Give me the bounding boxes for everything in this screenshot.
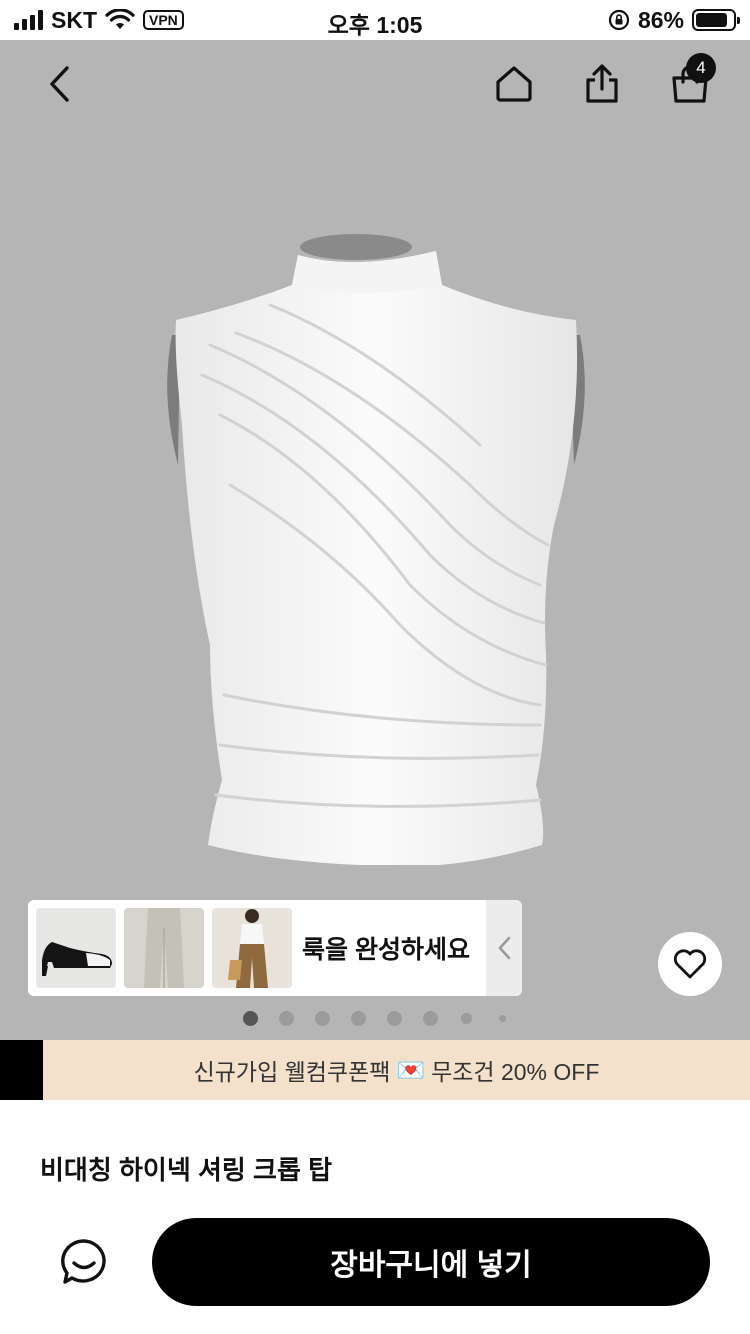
back-icon	[50, 66, 69, 102]
envelope-heart-icon: 💌	[396, 1056, 426, 1083]
share-button[interactable]	[574, 56, 630, 112]
chevron-left-icon	[498, 936, 511, 960]
product-image[interactable]	[150, 225, 600, 865]
battery-icon	[692, 9, 740, 31]
gallery-pagination	[0, 1010, 750, 1026]
chat-icon	[61, 1239, 106, 1284]
look-item-shoes[interactable]	[36, 908, 116, 988]
promo-text: 신규가입 웰컴쿠폰팩 💌 무조건 20% OFF	[43, 1040, 750, 1100]
complete-look-card[interactable]: 룩을 완성하세요	[28, 900, 522, 996]
status-bar: SKT VPN 오후 1:05 86%	[0, 0, 750, 40]
wishlist-button[interactable]	[658, 932, 722, 996]
complete-look-label[interactable]: 룩을 완성하세요	[302, 930, 470, 966]
pagination-dot[interactable]	[422, 1010, 438, 1026]
shoes-image	[42, 942, 112, 976]
home-icon	[496, 66, 532, 102]
look-collapse-button[interactable]	[486, 900, 522, 996]
add-to-cart-button[interactable]: 장바구니에 넣기	[152, 1218, 710, 1306]
pants-image	[144, 908, 184, 988]
chat-button[interactable]	[52, 1230, 116, 1294]
back-button[interactable]	[32, 56, 88, 112]
promo-text-before: 신규가입 웰컴쿠폰팩	[193, 1059, 391, 1085]
look-item-pants[interactable]	[124, 908, 204, 988]
product-title: 비대칭 하이넥 셔링 크롭 탑	[40, 1155, 333, 1185]
orientation-lock-icon	[608, 9, 630, 31]
home-button[interactable]	[486, 56, 542, 112]
cart-count-badge: 4	[686, 53, 716, 83]
pagination-dot[interactable]	[314, 1010, 330, 1026]
status-right: 86%	[608, 6, 740, 34]
promo-text-after: 무조건 20% OFF	[431, 1059, 600, 1085]
product-gallery[interactable]: 4 룩을 완성하세요	[0, 40, 750, 1040]
cart-button[interactable]: 4	[662, 53, 718, 112]
share-icon	[586, 64, 618, 103]
pagination-dot[interactable]	[498, 1014, 506, 1022]
pagination-dot[interactable]	[386, 1010, 402, 1026]
pagination-dot[interactable]	[242, 1010, 258, 1026]
promo-side-mark	[0, 1040, 43, 1100]
look-item-model[interactable]	[212, 908, 292, 988]
model-image	[228, 909, 268, 988]
heart-icon	[673, 949, 707, 979]
pagination-dot[interactable]	[460, 1012, 472, 1024]
battery-percent: 86%	[637, 6, 684, 33]
pagination-dot[interactable]	[350, 1010, 366, 1026]
pagination-dot[interactable]	[278, 1010, 294, 1026]
promo-banner[interactable]: 신규가입 웰컴쿠폰팩 💌 무조건 20% OFF	[0, 1040, 750, 1100]
